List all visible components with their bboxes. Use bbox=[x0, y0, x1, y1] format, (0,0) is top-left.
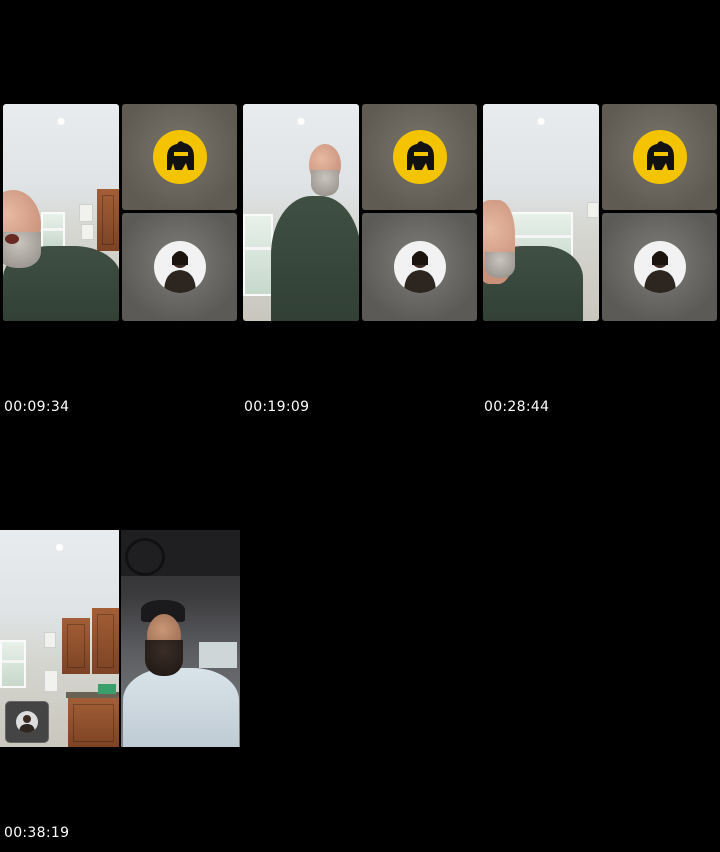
contact-avatar-icon bbox=[393, 241, 446, 293]
participant-tile bbox=[602, 104, 717, 210]
participant-tile bbox=[122, 104, 237, 210]
participant-tile bbox=[122, 213, 237, 321]
gorilla-logo-icon bbox=[392, 130, 447, 184]
video-frame-1 bbox=[0, 101, 240, 321]
self-view-icon bbox=[5, 701, 49, 743]
participant-tile bbox=[362, 104, 477, 210]
timestamp-label: 00:09:34 bbox=[4, 399, 70, 415]
gorilla-logo-icon bbox=[152, 130, 207, 184]
camera-feed bbox=[3, 104, 119, 321]
camera-feed bbox=[0, 530, 119, 747]
participant-tile bbox=[362, 213, 477, 321]
camera-feed bbox=[121, 530, 240, 747]
timestamp-label: 00:19:09 bbox=[244, 399, 310, 415]
participant-tile bbox=[602, 213, 717, 321]
video-frame-2 bbox=[240, 101, 480, 321]
contact-avatar-icon bbox=[633, 241, 686, 293]
contact-avatar-icon bbox=[153, 241, 206, 293]
video-frame-4 bbox=[0, 530, 240, 748]
timestamp-label: 00:28:44 bbox=[484, 399, 550, 415]
camera-feed bbox=[243, 104, 359, 321]
gorilla-logo-icon bbox=[632, 130, 687, 184]
video-frame-3 bbox=[480, 101, 720, 321]
timestamp-label: 00:38:19 bbox=[4, 825, 70, 841]
camera-feed bbox=[483, 104, 599, 321]
